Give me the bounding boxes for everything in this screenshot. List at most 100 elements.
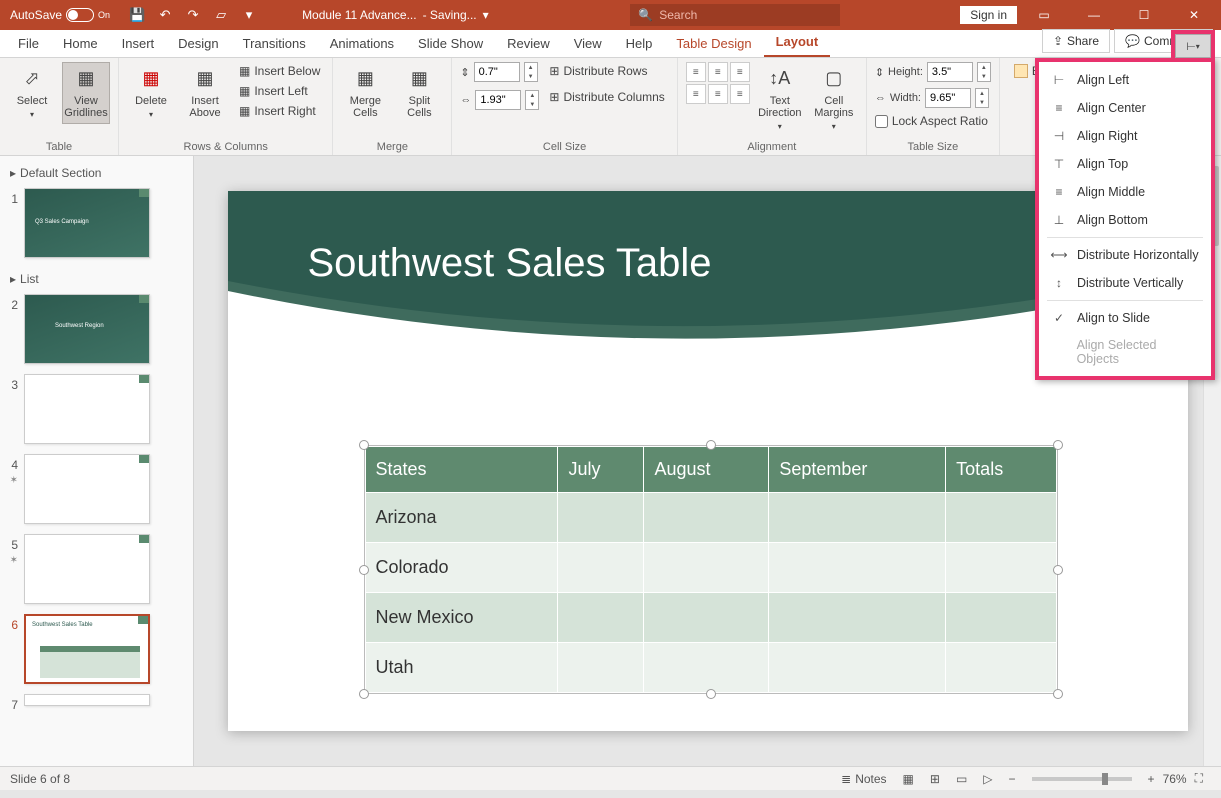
zoom-thumb[interactable] <box>1102 773 1108 785</box>
tab-home[interactable]: Home <box>51 30 110 57</box>
ribbon-display-icon[interactable]: ▭ <box>1021 0 1067 30</box>
resize-handle[interactable] <box>706 440 716 450</box>
split-cells-button[interactable]: ▦Split Cells <box>395 62 443 124</box>
resize-handle[interactable] <box>359 689 369 699</box>
th-icon: ⇕ <box>875 66 884 79</box>
thumb-3[interactable] <box>24 374 150 444</box>
align-objects-button[interactable]: ⊢▾ <box>1175 34 1211 58</box>
align-tc[interactable]: ≡ <box>708 62 728 82</box>
data-table[interactable]: States July August September Totals Ariz… <box>365 446 1057 693</box>
search-box[interactable]: 🔍 Search <box>630 4 840 26</box>
align-mr[interactable]: ≡ <box>730 84 750 104</box>
normal-view-icon[interactable]: ▦ <box>895 767 922 791</box>
tab-slideshow[interactable]: Slide Show <box>406 30 495 57</box>
align-left-item[interactable]: ⊢Align Left <box>1039 66 1211 94</box>
insert-below-icon: ▦ <box>239 64 250 78</box>
slideshow-view-icon[interactable]: ▷ <box>975 767 1000 791</box>
align-center-item[interactable]: ≡Align Center <box>1039 94 1211 122</box>
table-height-input[interactable]: ⇕Height:▲▼ <box>875 62 991 82</box>
view-gridlines-button[interactable]: ▦View Gridlines <box>62 62 110 124</box>
insert-above-button[interactable]: ▦Insert Above <box>181 62 229 124</box>
th-states[interactable]: States <box>365 447 558 493</box>
tab-animations[interactable]: Animations <box>318 30 406 57</box>
align-bottom-item[interactable]: ⊥Align Bottom <box>1039 206 1211 234</box>
align-tl[interactable]: ≡ <box>686 62 706 82</box>
th-september[interactable]: September <box>769 447 946 493</box>
tab-table-design[interactable]: Table Design <box>664 30 763 57</box>
thumb-2[interactable]: Southwest Region <box>24 294 150 364</box>
resize-handle[interactable] <box>359 440 369 450</box>
tab-review[interactable]: Review <box>495 30 562 57</box>
th-totals[interactable]: Totals <box>946 447 1056 493</box>
thumb-1[interactable]: Q3 Sales Campaign <box>24 188 150 258</box>
undo-icon[interactable]: ↶ <box>152 2 178 28</box>
tab-insert[interactable]: Insert <box>110 30 167 57</box>
col-width-input[interactable]: ⇔▲▼ <box>460 90 539 110</box>
align-tr[interactable]: ≡ <box>730 62 750 82</box>
th-july[interactable]: July <box>558 447 644 493</box>
distribute-v-item[interactable]: ↕Distribute Vertically <box>1039 269 1211 297</box>
section-list[interactable]: ▸ List <box>4 268 189 290</box>
select-button[interactable]: ⬀Select▾ <box>8 62 56 125</box>
insert-below-button[interactable]: ▦Insert Below <box>235 62 324 80</box>
insert-left-button[interactable]: ▦Insert Left <box>235 82 324 100</box>
thumb-7[interactable] <box>24 694 150 706</box>
thumb-5[interactable] <box>24 534 150 604</box>
maximize-icon[interactable]: ☐ <box>1121 0 1167 30</box>
slideshow-icon[interactable]: ▱ <box>208 2 234 28</box>
slide-counter[interactable]: Slide 6 of 8 <box>10 772 70 786</box>
merge-cells-button[interactable]: ▦Merge Cells <box>341 62 389 124</box>
zoom-level[interactable]: 76% <box>1163 772 1187 786</box>
share-button[interactable]: ⇪Share <box>1042 29 1110 53</box>
section-default[interactable]: ▸ Default Section <box>4 162 189 184</box>
tab-view[interactable]: View <box>562 30 614 57</box>
align-mc[interactable]: ≡ <box>708 84 728 104</box>
distribute-h-item[interactable]: ⟷Distribute Horizontally <box>1039 241 1211 269</box>
distribute-rows-button[interactable]: ⊞Distribute Rows <box>545 62 668 80</box>
resize-handle[interactable] <box>1053 440 1063 450</box>
tab-design[interactable]: Design <box>166 30 230 57</box>
cell-margins-button[interactable]: ▢Cell Margins▾ <box>810 62 858 137</box>
zoom-slider[interactable] <box>1032 777 1132 781</box>
reading-view-icon[interactable]: ▭ <box>948 767 975 791</box>
insert-right-button[interactable]: ▦Insert Right <box>235 102 324 120</box>
zoom-out-button[interactable]: − <box>1001 767 1024 791</box>
close-icon[interactable]: ✕ <box>1171 0 1217 30</box>
notes-button[interactable]: ≣Notes <box>833 767 894 791</box>
toggle-icon <box>66 8 94 22</box>
thumb-4[interactable] <box>24 454 150 524</box>
resize-handle[interactable] <box>359 565 369 575</box>
table-object[interactable]: States July August September Totals Ariz… <box>364 445 1058 694</box>
tab-file[interactable]: File <box>6 30 51 57</box>
resize-handle[interactable] <box>1053 565 1063 575</box>
th-august[interactable]: August <box>644 447 769 493</box>
align-top-item[interactable]: ⊤Align Top <box>1039 150 1211 178</box>
distribute-cols-button[interactable]: ⊞Distribute Columns <box>545 88 668 106</box>
table-width-input[interactable]: ⇔Width:▲▼ <box>875 88 991 108</box>
align-ml[interactable]: ≡ <box>686 84 706 104</box>
resize-handle[interactable] <box>1053 689 1063 699</box>
redo-icon[interactable]: ↷ <box>180 2 206 28</box>
qat-more-icon[interactable]: ▾ <box>236 2 262 28</box>
dist-cols-icon: ⊞ <box>549 90 559 104</box>
row-height-input[interactable]: ⇕▲▼ <box>460 62 539 82</box>
autosave-toggle[interactable]: AutoSave On <box>4 8 116 22</box>
thumb-6[interactable]: Southwest Sales Table <box>24 614 150 684</box>
signin-button[interactable]: Sign in <box>960 6 1017 24</box>
sorter-view-icon[interactable]: ⊞ <box>922 767 948 791</box>
save-icon[interactable]: 💾 <box>124 2 150 28</box>
resize-handle[interactable] <box>706 689 716 699</box>
tab-transitions[interactable]: Transitions <box>231 30 318 57</box>
align-middle-item[interactable]: ≡Align Middle <box>1039 178 1211 206</box>
zoom-in-button[interactable]: + <box>1140 767 1163 791</box>
delete-button[interactable]: ▦Delete▾ <box>127 62 175 125</box>
minimize-icon[interactable]: — <box>1071 0 1117 30</box>
fit-window-icon[interactable]: ⛶ <box>1187 767 1211 791</box>
text-direction-button[interactable]: ↕AText Direction▾ <box>756 62 804 137</box>
align-to-slide-item[interactable]: ✓Align to Slide <box>1039 304 1211 332</box>
tab-help[interactable]: Help <box>614 30 665 57</box>
lock-aspect-check[interactable]: Lock Aspect Ratio <box>875 114 991 128</box>
slide-thumbnails-panel[interactable]: ▸ Default Section 1Q3 Sales Campaign ▸ L… <box>0 156 194 766</box>
tab-layout[interactable]: Layout <box>764 28 831 57</box>
align-right-item[interactable]: ⊣Align Right <box>1039 122 1211 150</box>
